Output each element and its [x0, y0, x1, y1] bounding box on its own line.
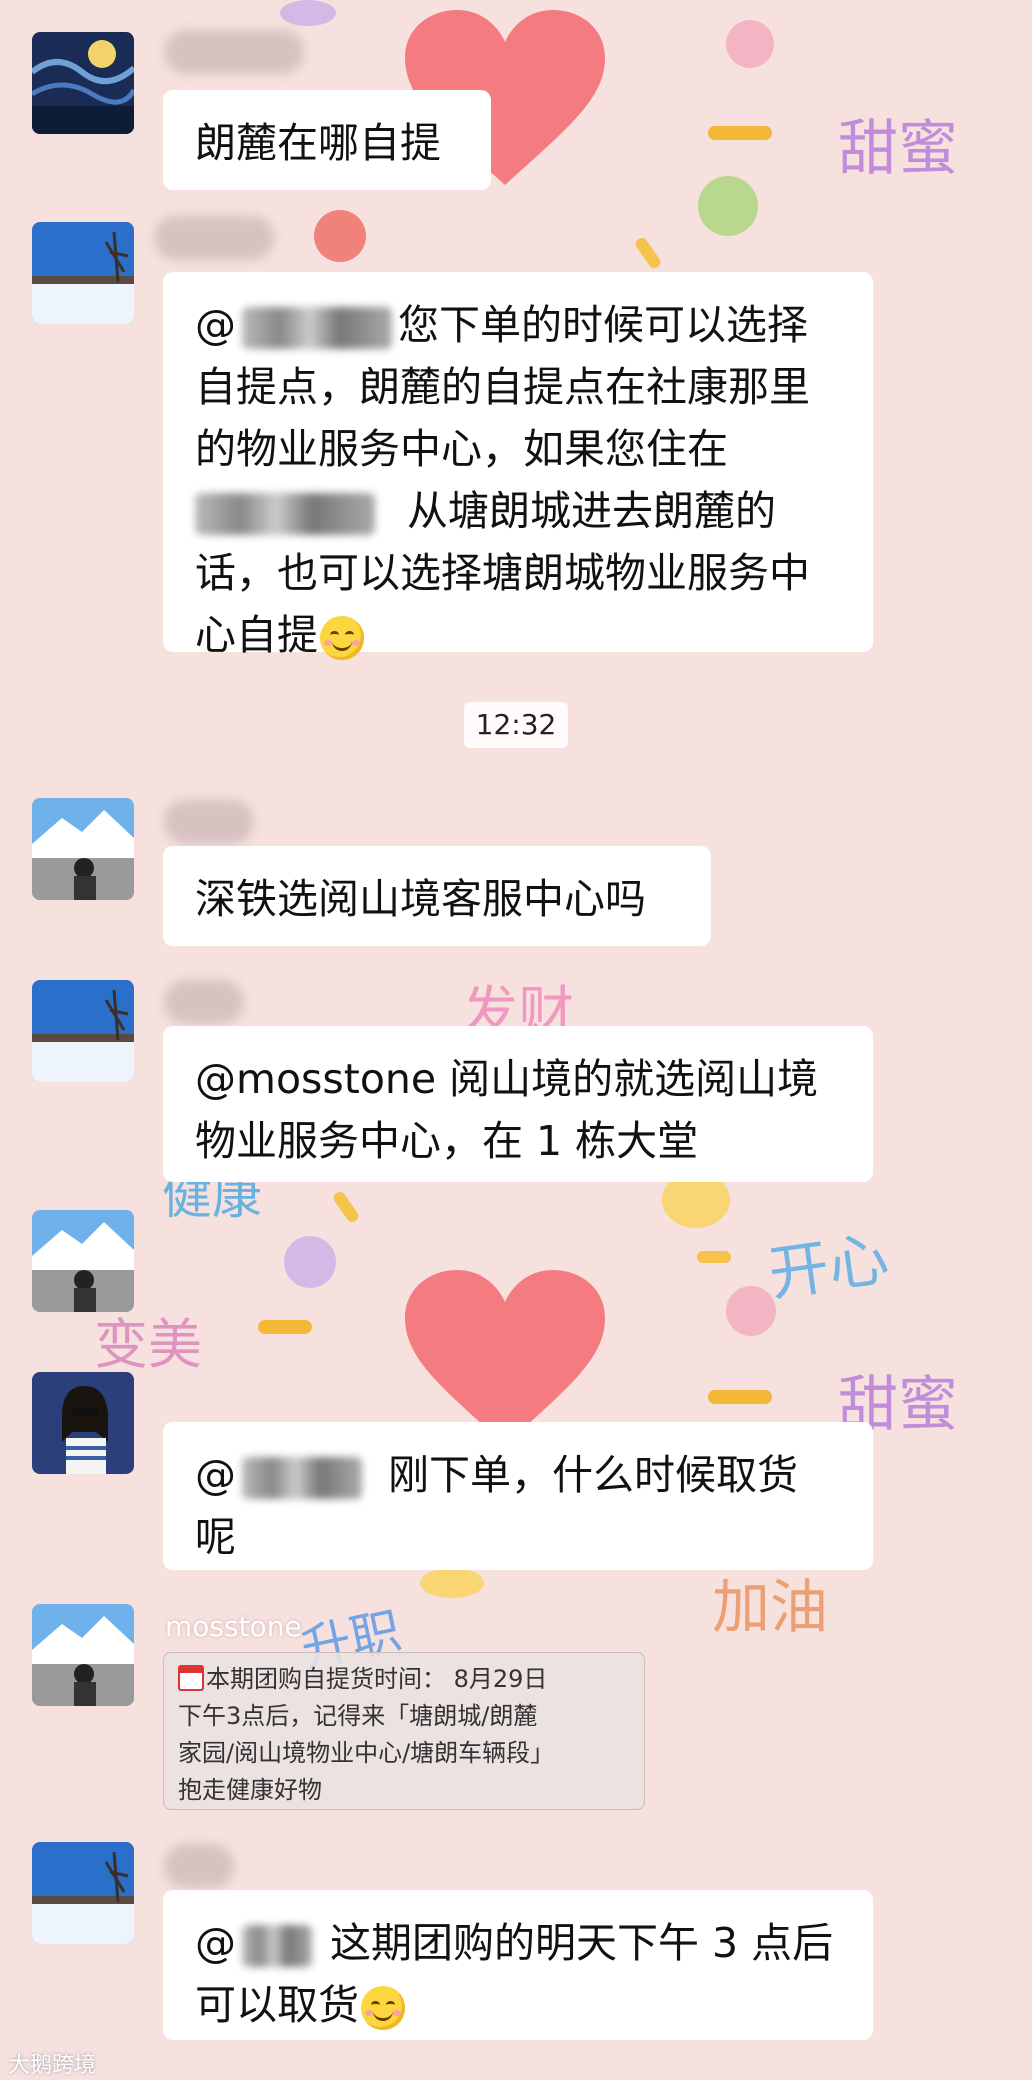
avatar[interactable]: [32, 222, 134, 324]
message-line: 可以取货: [195, 1974, 841, 2036]
message-bubble[interactable]: @ 您下单的时候可以选择 自提点，朗麓的自提点在社康那里 的物业服务中心，如果您住…: [163, 272, 873, 660]
avatar[interactable]: [32, 1210, 134, 1312]
watermark: 大鹅跨境: [8, 2053, 97, 2078]
avatar[interactable]: [32, 1604, 134, 1706]
decoration-bar: [708, 1390, 772, 1404]
decoration-dash: [633, 235, 663, 271]
notice-line: 家园/阅山境物业中心/塘朗车辆段」: [178, 1739, 555, 1767]
message-line: 从塘朗城进去朗麓的: [195, 480, 841, 542]
smile-emoji-icon: [361, 1986, 405, 2030]
decoration-bar: [258, 1320, 312, 1334]
sender-name: mosstone: [165, 1610, 302, 1643]
message-bubble[interactable]: @ 刚下单，什么时候取货 呢: [163, 1422, 873, 1570]
message-bubble[interactable]: 深铁选阅山境客服中心吗: [163, 846, 711, 946]
message-line: @mosstone 阅山境的就选阅山境: [195, 1055, 819, 1103]
decoration-word: 甜蜜: [838, 114, 958, 184]
message-line: @ 这期团购的明天下午 3 点后: [195, 1919, 834, 1967]
message-line: 自提点，朗麓的自提点在社康那里: [195, 363, 810, 411]
notice-line: 下午3点后，记得来「塘朗城/朗麓: [178, 1702, 538, 1730]
message-line: 物业服务中心，在 1 栋大堂: [195, 1117, 699, 1165]
flower-decoration: [420, 1568, 484, 1598]
message-line: @ 刚下单，什么时候取货: [195, 1451, 798, 1499]
decoration-dash: [331, 1189, 361, 1225]
decoration-word: 开心: [764, 1223, 894, 1310]
sender-name: [154, 216, 274, 260]
message-bubble[interactable]: @mosstone 阅山境的就选阅山境 物业服务中心，在 1 栋大堂: [163, 1026, 873, 1182]
timestamp: 12:32: [464, 702, 568, 748]
flower-decoration: [726, 20, 774, 68]
sender-name: [164, 980, 244, 1024]
message-line: 话，也可以选择塘朗城物业服务中: [195, 549, 810, 597]
flower-decoration: [726, 1286, 776, 1336]
avatar[interactable]: [32, 798, 134, 900]
smile-emoji-icon: [320, 616, 364, 660]
message-line: 呢: [195, 1513, 236, 1561]
redacted-text: [195, 493, 375, 535]
message-line: 的物业服务中心，如果您住在: [195, 425, 728, 473]
avatar[interactable]: [32, 980, 134, 1082]
message-bubble[interactable]: @ 这期团购的明天下午 3 点后 可以取货: [163, 1890, 873, 2040]
sender-name: [164, 800, 254, 844]
message-line: @ 您下单的时候可以选择: [195, 301, 808, 349]
redacted-mention: [242, 1925, 312, 1967]
calendar-icon: [178, 1665, 204, 1691]
avatar[interactable]: [32, 1372, 134, 1474]
notice-message[interactable]: 本期团购自提货时间： 8月29日 下午3点后，记得来「塘朗城/朗麓 家园/阅山境…: [163, 1652, 645, 1810]
sender-name: [164, 1844, 234, 1888]
decoration-word: 加油: [712, 1573, 829, 1641]
notice-line: 抱走健康好物: [178, 1776, 322, 1804]
message-bubble[interactable]: 朗麓在哪自提: [163, 90, 491, 190]
redacted-mention: [242, 307, 392, 349]
message-line: 心自提: [195, 604, 841, 666]
notice-line: 本期团购自提货时间： 8月29日: [178, 1661, 632, 1698]
redacted-mention: [242, 1457, 362, 1499]
sender-name: [164, 30, 304, 74]
decoration-bar: [708, 126, 772, 140]
flower-decoration: [280, 0, 336, 26]
avatar[interactable]: [32, 32, 134, 134]
flower-decoration: [284, 1236, 336, 1288]
avatar[interactable]: [32, 1842, 134, 1944]
flower-decoration: [698, 176, 758, 236]
flower-decoration: [314, 210, 366, 262]
decoration-dash: [697, 1251, 731, 1263]
